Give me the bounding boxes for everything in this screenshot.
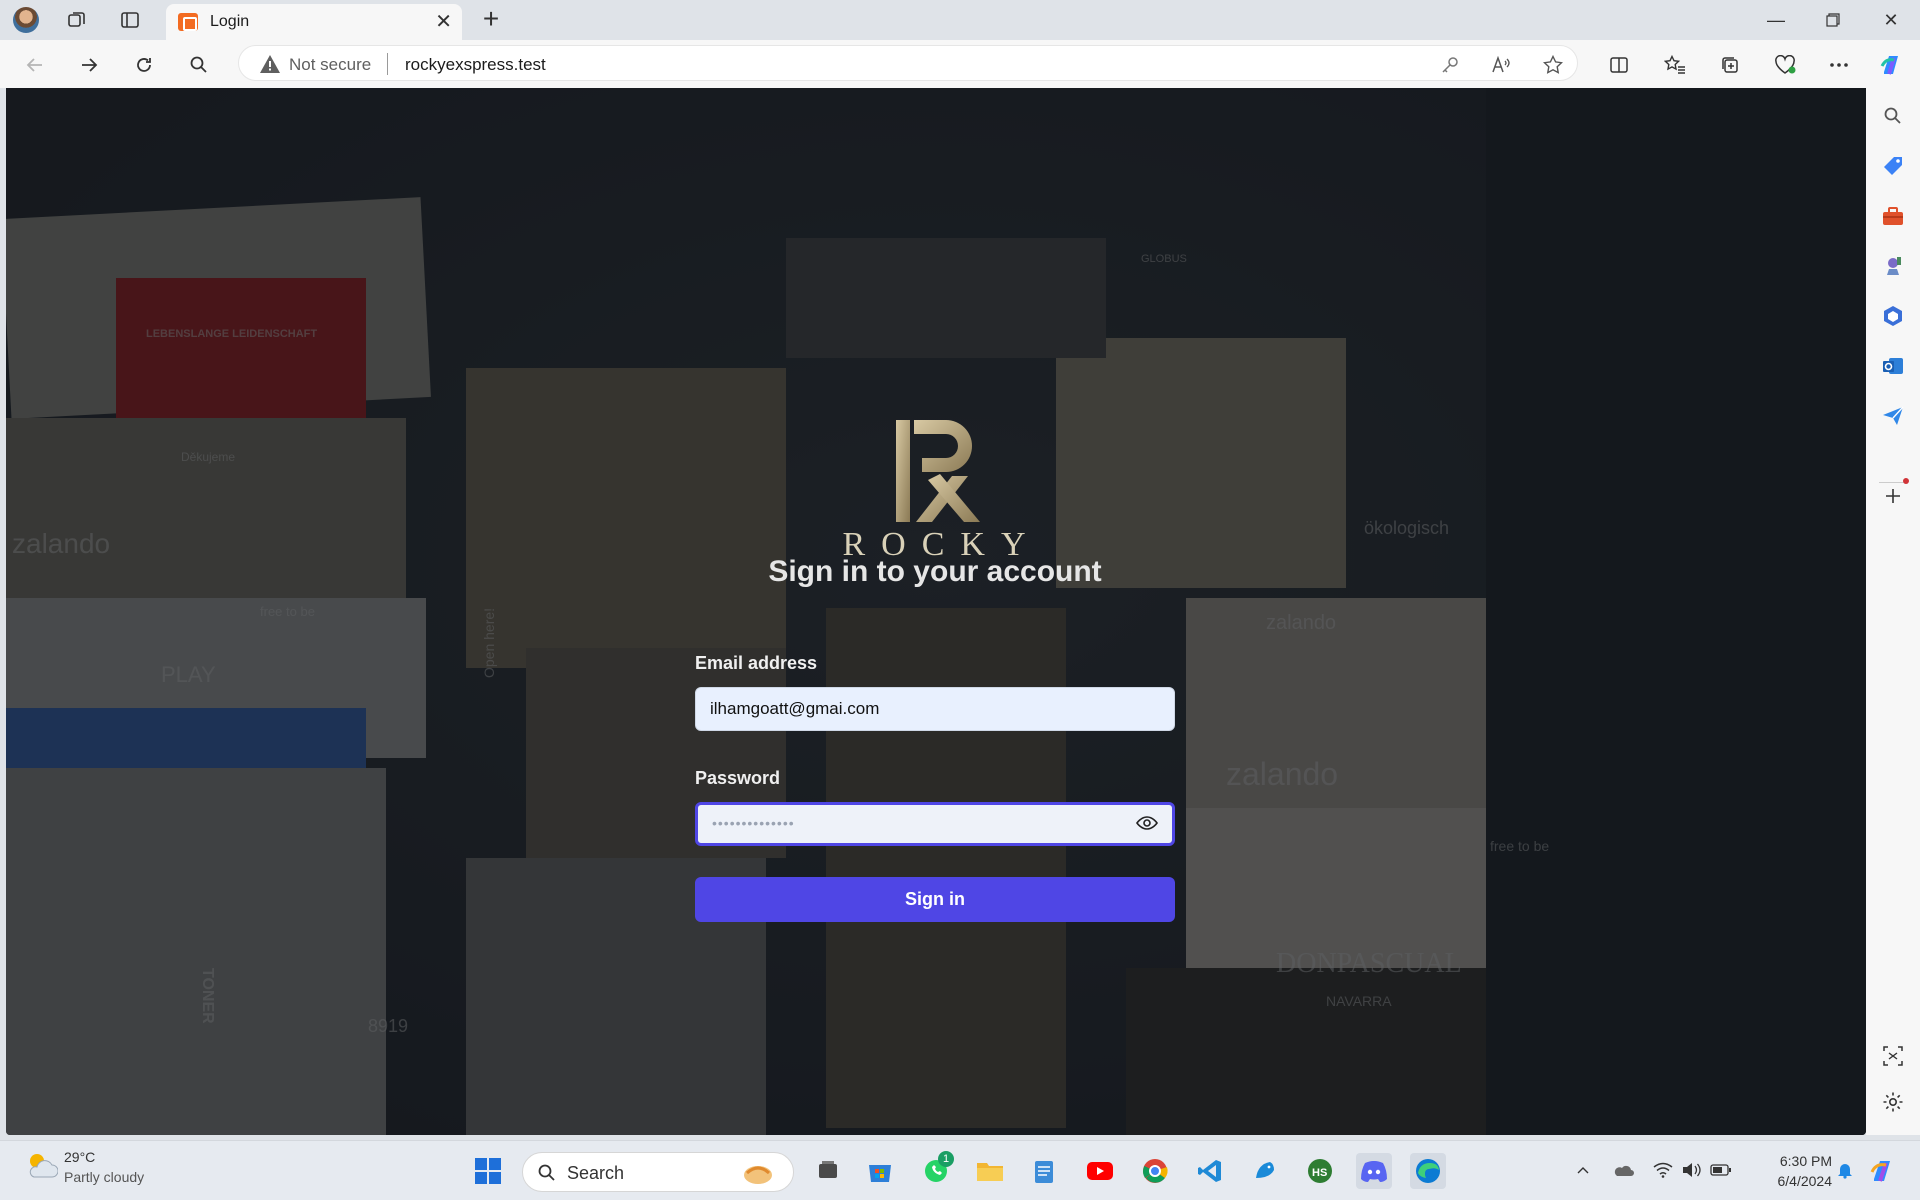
volume-icon[interactable]: [1680, 1159, 1702, 1181]
screenshot-icon[interactable]: [1879, 1042, 1907, 1070]
favorites-icon[interactable]: [1660, 50, 1690, 80]
tab-login[interactable]: Login ✕: [166, 4, 462, 40]
vscode-icon[interactable]: [1192, 1153, 1228, 1189]
discord-icon[interactable]: [1356, 1153, 1392, 1189]
url-text[interactable]: rockyexspress.test: [405, 55, 546, 75]
edge-icon[interactable]: [1410, 1153, 1446, 1189]
back-button[interactable]: [20, 50, 50, 80]
file-explorer-icon[interactable]: [972, 1153, 1008, 1189]
favorite-star-icon[interactable]: [1542, 54, 1564, 76]
weather-widget[interactable]: 29°C Partly cloudy: [24, 1149, 144, 1186]
system-clock[interactable]: 6:30 PM 6/4/2024: [1752, 1151, 1833, 1191]
page-title: Sign in to your account: [768, 555, 1102, 588]
onedrive-icon[interactable]: [1612, 1159, 1634, 1181]
clock-time: 6:30 PM: [1779, 1153, 1832, 1169]
minimize-button[interactable]: —: [1753, 6, 1799, 34]
task-view-icon[interactable]: [810, 1153, 846, 1189]
microsoft-365-icon[interactable]: [1879, 302, 1907, 330]
background-overlay: [6, 88, 1866, 1135]
add-sidebar-app-icon[interactable]: [1879, 478, 1909, 510]
svg-text:HS: HS: [1312, 1167, 1327, 1179]
more-options-icon[interactable]: [1824, 50, 1854, 80]
youtube-icon[interactable]: [1082, 1153, 1118, 1189]
partly-cloudy-icon: [29, 1154, 59, 1178]
key-icon[interactable]: [1439, 54, 1461, 76]
whatsapp-icon[interactable]: 1: [918, 1151, 954, 1189]
xampp-icon: [178, 13, 198, 31]
search-highlight-icon: [744, 1166, 772, 1184]
page-viewport: zalando zalando zalando LEBENSLANGE LEID…: [6, 88, 1866, 1135]
copilot-taskbar-icon[interactable]: [1864, 1153, 1900, 1189]
heidisql-icon[interactable]: HS: [1302, 1153, 1338, 1189]
restore-button[interactable]: [1810, 6, 1856, 34]
password-label: Password: [695, 768, 781, 788]
warning-icon[interactable]: [259, 54, 281, 79]
copilot-icon[interactable]: [1876, 50, 1906, 80]
workspaces-icon[interactable]: [61, 4, 93, 36]
bird-app-icon[interactable]: [1247, 1153, 1283, 1189]
send-icon[interactable]: [1879, 402, 1907, 430]
games-icon[interactable]: [1879, 252, 1907, 280]
collections-icon[interactable]: [1715, 50, 1745, 80]
search-icon: [538, 1164, 555, 1181]
search-icon[interactable]: [1879, 102, 1907, 130]
wifi-icon[interactable]: [1652, 1159, 1674, 1181]
microsoft-store-icon[interactable]: [862, 1153, 898, 1189]
notifications-icon[interactable]: [1834, 1159, 1856, 1181]
edge-sidebar: [1866, 88, 1920, 1135]
shopping-tag-icon[interactable]: [1879, 152, 1907, 180]
browser-essentials-icon[interactable]: [1770, 50, 1800, 80]
weather-condition: Partly cloudy: [64, 1169, 145, 1185]
whatsapp-badge: 1: [938, 1151, 954, 1167]
browser-toolbar: Not secure rockyexspress.test: [0, 40, 1920, 88]
split-screen-icon[interactable]: [1604, 50, 1634, 80]
read-aloud-icon[interactable]: [1490, 54, 1512, 76]
email-label: Email address: [695, 653, 818, 673]
show-password-icon[interactable]: [1136, 815, 1158, 836]
password-masked-value: ••••••••••••••: [712, 815, 795, 831]
sign-in-button[interactable]: Sign in: [695, 877, 1175, 922]
outlook-icon[interactable]: [1879, 352, 1907, 380]
vertical-tabs-icon[interactable]: [114, 4, 146, 36]
close-tab-icon[interactable]: ✕: [435, 12, 452, 32]
clock-date: 6/4/2024: [1777, 1173, 1833, 1189]
security-status[interactable]: Not secure: [289, 55, 371, 75]
tools-icon[interactable]: [1879, 202, 1907, 230]
windows-taskbar: 29°C Partly cloudy Search 1 HS 6:30 PM 6…: [0, 1140, 1920, 1200]
search-icon[interactable]: [184, 50, 214, 80]
chrome-icon[interactable]: [1137, 1153, 1173, 1189]
search-label: Search: [567, 1163, 625, 1183]
address-divider: [387, 53, 388, 75]
taskbar-search[interactable]: Search: [522, 1152, 794, 1192]
title-bar: Login ✕ + — ✕: [0, 0, 1920, 40]
address-bar[interactable]: Not secure rockyexspress.test: [238, 45, 1578, 81]
settings-icon[interactable]: [1879, 1088, 1907, 1116]
password-field[interactable]: ••••••••••••••: [695, 802, 1175, 846]
refresh-button[interactable]: [129, 50, 159, 80]
battery-icon[interactable]: [1710, 1159, 1732, 1181]
email-field[interactable]: ilhamgoatt@gmai.com: [695, 687, 1175, 731]
start-button[interactable]: [470, 1153, 506, 1189]
tab-title: Login: [210, 13, 250, 30]
profile-avatar[interactable]: [10, 4, 42, 36]
close-window-button[interactable]: ✕: [1868, 6, 1914, 34]
show-hidden-icons[interactable]: [1572, 1159, 1594, 1181]
weather-temperature: 29°C: [64, 1149, 96, 1165]
notepad-icon[interactable]: [1026, 1153, 1062, 1189]
new-tab-button[interactable]: +: [476, 5, 506, 36]
forward-button[interactable]: [74, 50, 104, 80]
